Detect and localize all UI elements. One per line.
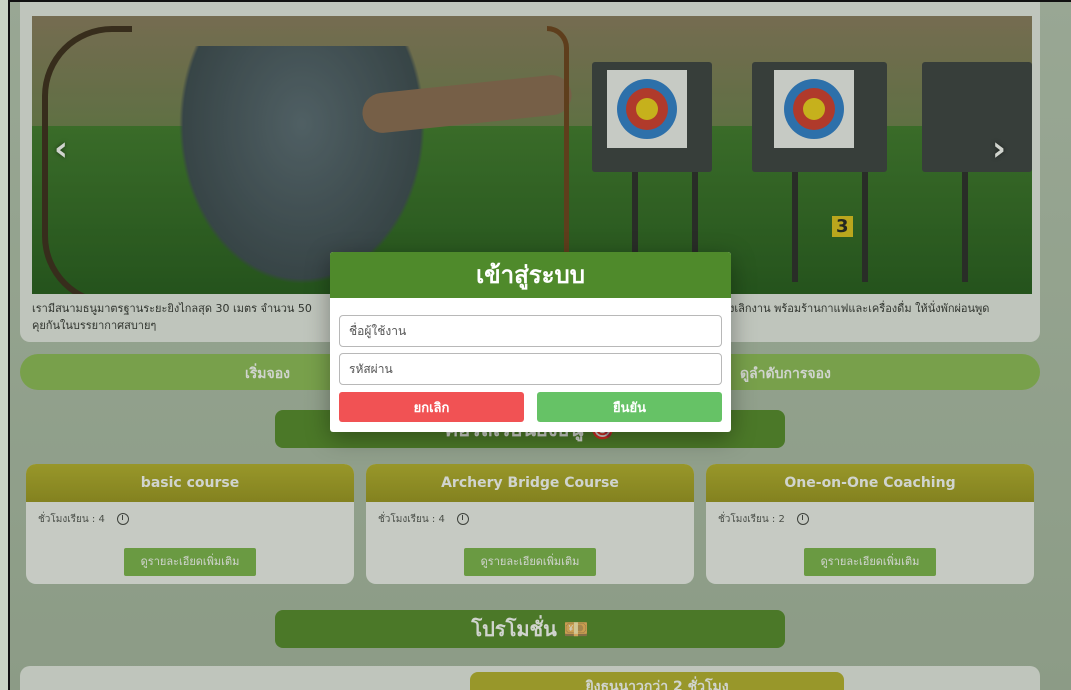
- password-input[interactable]: [339, 353, 722, 385]
- login-title: เข้าสู่ระบบ: [330, 252, 731, 298]
- cancel-button[interactable]: ยกเลิก: [339, 392, 524, 422]
- page-frame: 3 ‹ › เรามีสนามธนูมาตรฐานระยะยิงไกลสุด 3…: [8, 0, 1071, 690]
- confirm-button[interactable]: ยืนยัน: [537, 392, 722, 422]
- username-input[interactable]: [339, 315, 722, 347]
- login-modal: เข้าสู่ระบบ ยกเลิก ยืนยัน: [330, 252, 731, 432]
